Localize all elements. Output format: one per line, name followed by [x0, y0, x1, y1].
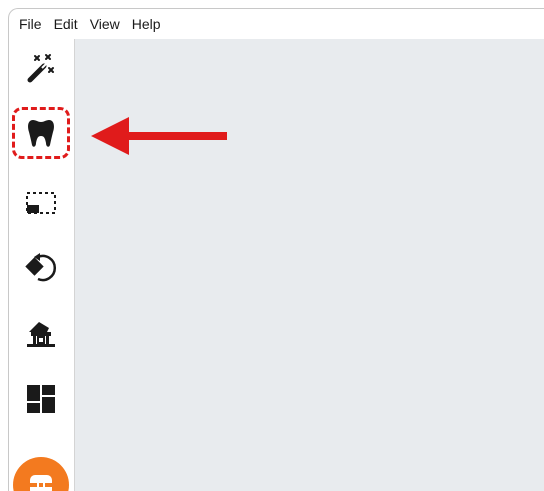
- magic-wand-button[interactable]: [23, 51, 59, 87]
- red-arrow-icon: [91, 117, 227, 155]
- menu-file[interactable]: File: [9, 9, 48, 39]
- layout-grid-icon: [27, 385, 55, 413]
- app-window: File Edit View Help: [8, 8, 544, 491]
- scanner-icon: [27, 322, 55, 347]
- menu-view[interactable]: View: [84, 9, 126, 39]
- tooth-button[interactable]: [23, 115, 59, 151]
- work-canvas[interactable]: [75, 39, 544, 491]
- rotate-icon: [25, 253, 56, 282]
- rotate-button[interactable]: [23, 249, 59, 285]
- menu-bar: File Edit View Help: [9, 9, 544, 39]
- menu-edit[interactable]: Edit: [48, 9, 84, 39]
- orange-action-icon: [30, 475, 52, 491]
- selection-rect-button[interactable]: [23, 185, 59, 221]
- tooth-icon: [28, 120, 54, 147]
- left-toolbar: [9, 39, 75, 491]
- magic-wand-icon: [27, 54, 54, 83]
- selection-rect-icon: [26, 192, 56, 214]
- layout-grid-button[interactable]: [23, 381, 59, 417]
- menu-help[interactable]: Help: [126, 9, 167, 39]
- orange-action-button[interactable]: [13, 457, 69, 491]
- scanner-button[interactable]: [23, 315, 59, 351]
